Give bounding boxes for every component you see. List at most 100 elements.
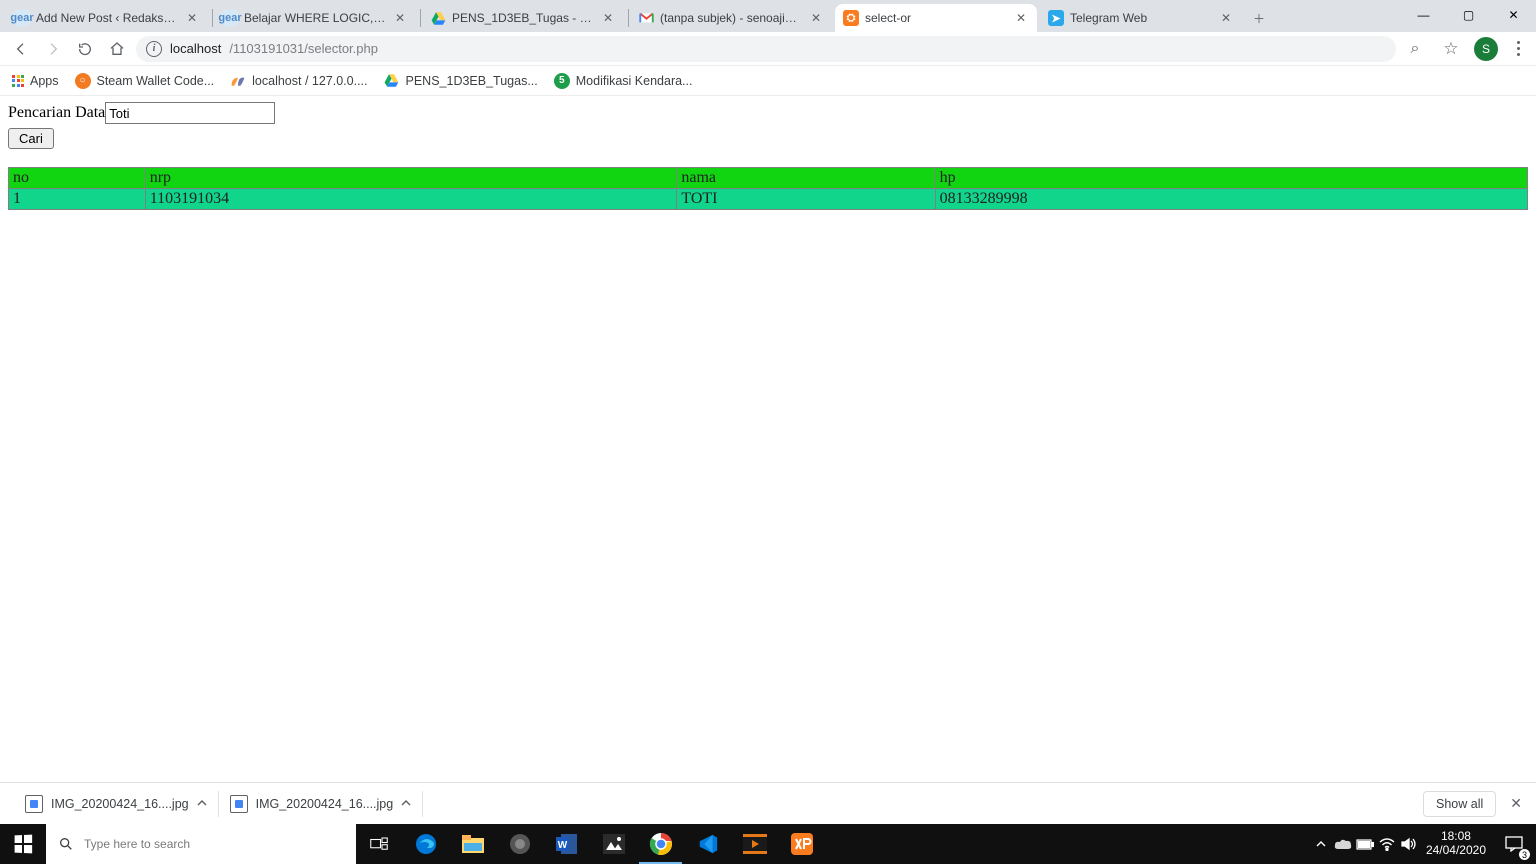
nav-reload-button[interactable] (72, 36, 98, 62)
tab-favicon: gear (14, 10, 30, 26)
taskbar-vscode-icon[interactable] (684, 824, 731, 864)
file-icon (230, 795, 248, 813)
tray-volume-icon[interactable] (1398, 824, 1420, 864)
tab-close-icon[interactable]: ✕ (392, 10, 408, 26)
table-cell: 08133289998 (935, 189, 1527, 210)
bookmark-favicon (230, 73, 246, 89)
tray-chevron-icon[interactable] (1310, 824, 1332, 864)
task-view-icon (370, 837, 388, 851)
browser-tab-strip: gearAdd New Post ‹ Redaksiana –✕gearBela… (0, 0, 1536, 32)
taskbar-photos-icon[interactable] (590, 824, 637, 864)
gmail-icon (638, 10, 654, 26)
taskbar-mediaplayer-icon[interactable] (731, 824, 778, 864)
tab-title: PENS_1D3EB_Tugas - Google (452, 11, 594, 25)
bookmark-item[interactable]: 5 Modifikasi Kendara... (554, 73, 693, 89)
browser-tab[interactable]: ⛭ select-or ✕ (835, 4, 1037, 32)
downloads-show-all-button[interactable]: Show all (1423, 791, 1496, 817)
tab-close-icon[interactable]: ✕ (184, 10, 200, 26)
tab-title: select-or (865, 11, 1007, 25)
tab-favicon: ⛭ (843, 10, 859, 26)
browser-tab[interactable]: gear Add New Post ‹ Redaksiana – ✕ (6, 4, 208, 32)
table-header-cell: nama (677, 168, 935, 189)
apps-grid-icon (12, 75, 24, 87)
kebab-menu-icon[interactable] (1508, 41, 1528, 56)
bookmark-star-icon[interactable]: ☆ (1438, 36, 1464, 62)
bookmark-favicon: 5 (554, 73, 570, 89)
bookmark-item[interactable]: PENS_1D3EB_Tugas... (384, 73, 538, 89)
tab-close-icon[interactable]: ✕ (1013, 10, 1029, 26)
site-info-icon[interactable]: i (146, 41, 162, 57)
windows-taskbar: Type here to search W 18:08 24/04/2020 (0, 824, 1536, 864)
svg-text:W: W (557, 840, 567, 851)
notification-badge: 3 (1519, 849, 1530, 860)
table-header-cell: hp (935, 168, 1527, 189)
table-header-cell: nrp (145, 168, 677, 189)
bookmark-favicon: ○ (75, 73, 91, 89)
nav-forward-button[interactable] (40, 36, 66, 62)
apps-label: Apps (30, 74, 59, 88)
browser-tab[interactable]: PENS_1D3EB_Tugas - Google ✕ (422, 4, 624, 32)
download-filename: IMG_20200424_16....jpg (51, 797, 189, 811)
bookmarks-bar: Apps ○ Steam Wallet Code... localhost / 12… (0, 66, 1536, 96)
chevron-up-icon[interactable] (197, 797, 207, 811)
address-bar[interactable]: i localhost/1103191031/selector.php (136, 36, 1396, 62)
tab-favicon: gear (222, 10, 238, 26)
browser-tab[interactable]: ➤ Telegram Web ✕ (1040, 4, 1242, 32)
tab-title: Telegram Web (1070, 11, 1212, 25)
taskbar-explorer-icon[interactable] (449, 824, 496, 864)
bookmark-label: Steam Wallet Code... (97, 74, 215, 88)
bookmark-label: Modifikasi Kendara... (576, 74, 693, 88)
window-maximize-button[interactable]: ▢ (1446, 0, 1491, 30)
search-label: Pencarian Data (8, 104, 105, 122)
bookmark-favicon (384, 73, 400, 89)
system-tray: 18:08 24/04/2020 3 (1310, 824, 1536, 864)
drive-icon (430, 10, 446, 26)
download-item[interactable]: IMG_20200424_16....jpg (14, 788, 218, 820)
apps-launcher[interactable]: Apps (12, 74, 59, 88)
tab-close-icon[interactable]: ✕ (1218, 10, 1234, 26)
window-minimize-button[interactable]: — (1401, 0, 1446, 30)
taskbar-search[interactable]: Type here to search (46, 824, 356, 864)
taskbar-app-icon[interactable] (496, 824, 543, 864)
nav-home-button[interactable] (104, 36, 130, 62)
taskbar-xampp-icon[interactable] (778, 824, 825, 864)
search-input[interactable] (105, 102, 275, 124)
file-icon (25, 795, 43, 813)
new-tab-button[interactable]: ＋ (1245, 4, 1273, 32)
download-item[interactable]: IMG_20200424_16....jpg (219, 788, 423, 820)
nav-back-button[interactable] (8, 36, 34, 62)
browser-tab[interactable]: (tanpa subjek) - senoaji3599✕ (630, 4, 832, 32)
profile-avatar[interactable]: S (1474, 37, 1498, 61)
zoom-icon[interactable]: ⌕ (1402, 36, 1428, 62)
tab-close-icon[interactable]: ✕ (808, 10, 824, 26)
bookmark-label: PENS_1D3EB_Tugas... (406, 74, 538, 88)
tray-onedrive-icon[interactable] (1332, 824, 1354, 864)
tray-battery-icon[interactable] (1354, 824, 1376, 864)
task-view-button[interactable] (356, 824, 402, 864)
taskbar-app-icons: W (402, 824, 825, 864)
taskbar-edge-icon[interactable] (402, 824, 449, 864)
search-button[interactable]: Cari (8, 128, 54, 149)
tab-title: Add New Post ‹ Redaksiana – (36, 11, 178, 25)
browser-tab[interactable]: gearBelajar WHERE LOGIC,dan DE✕ (214, 4, 416, 32)
start-button[interactable] (0, 824, 46, 864)
url-path: /1103191031/selector.php (229, 41, 378, 56)
chevron-up-icon[interactable] (401, 797, 411, 811)
taskbar-chrome-icon[interactable] (637, 824, 684, 864)
bookmark-item[interactable]: localhost / 127.0.0.... (230, 73, 367, 89)
window-close-button[interactable]: ✕ (1491, 0, 1536, 30)
clock-time: 18:08 (1441, 830, 1471, 844)
tab-favicon: ➤ (1048, 10, 1064, 26)
search-icon (58, 836, 74, 852)
taskbar-clock[interactable]: 18:08 24/04/2020 (1420, 830, 1492, 858)
action-center-button[interactable]: 3 (1492, 824, 1536, 864)
downloads-close-button[interactable]: ✕ (1510, 795, 1522, 812)
tab-close-icon[interactable]: ✕ (600, 10, 616, 26)
taskbar-word-icon[interactable]: W (543, 824, 590, 864)
browser-toolbar: i localhost/1103191031/selector.php ⌕ ☆ … (0, 32, 1536, 66)
url-host: localhost (170, 41, 221, 56)
windows-logo-icon (15, 835, 32, 853)
page-content: Pencarian Data Cari nonrpnamahp 11103191… (0, 96, 1536, 782)
bookmark-item[interactable]: ○ Steam Wallet Code... (75, 73, 215, 89)
tray-wifi-icon[interactable] (1376, 824, 1398, 864)
